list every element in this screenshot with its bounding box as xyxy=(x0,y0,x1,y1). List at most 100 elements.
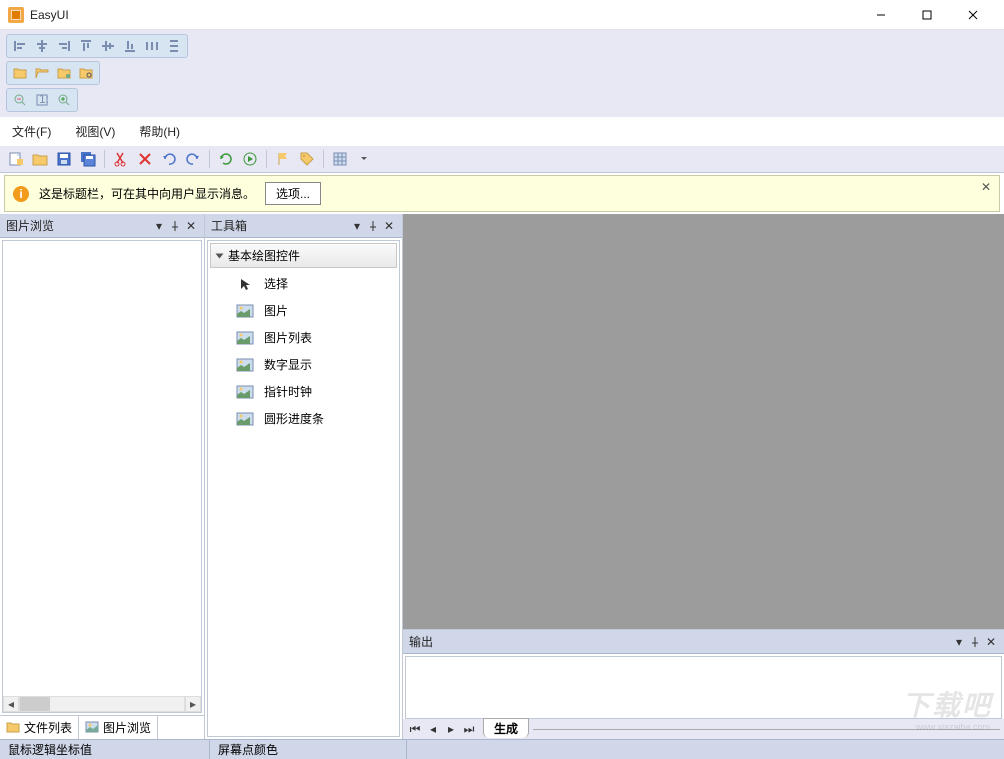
image-browse-panel: 图片浏览 ▾ ✕ ◂ ▸ 文件列表 图片浏览 xyxy=(0,214,205,739)
scroll-right-icon[interactable]: ▸ xyxy=(185,696,201,712)
open-icon[interactable] xyxy=(30,149,50,169)
grid-icon[interactable] xyxy=(330,149,350,169)
tab-first-icon[interactable]: ⏮ xyxy=(407,721,423,737)
panel-close-icon[interactable]: ✕ xyxy=(984,635,998,649)
panel-close-icon[interactable]: ✕ xyxy=(382,219,396,233)
cut-icon[interactable] xyxy=(111,149,131,169)
tab-next-icon[interactable]: ▸ xyxy=(443,721,459,737)
horizontal-scrollbar[interactable]: ◂ ▸ xyxy=(3,696,201,712)
zoom-out-icon[interactable] xyxy=(10,91,30,109)
info-icon: i xyxy=(13,186,29,202)
titlebar: EasyUI xyxy=(0,0,1004,30)
panel-dropdown-icon[interactable]: ▾ xyxy=(152,219,166,233)
progress-icon xyxy=(236,411,254,427)
toolbar-separator xyxy=(323,150,324,168)
status-screen-color: 屏幕点颜色 xyxy=(210,740,407,759)
align-toolbar xyxy=(6,34,188,58)
toolbar-separator xyxy=(104,150,105,168)
distribute-h-icon[interactable] xyxy=(142,37,162,55)
zoom-in-icon[interactable] xyxy=(54,91,74,109)
toolbox-item-label: 圆形进度条 xyxy=(264,410,324,427)
panel-pin-icon[interactable] xyxy=(168,219,182,233)
toolbox-item-label: 指针时钟 xyxy=(264,383,312,400)
canvas-area: 输出 ▾ ✕ ⏮ ◂ ▸ ⏭ 生成 xyxy=(403,214,1004,739)
toolbar-separator xyxy=(266,150,267,168)
toolbox-item-circular-progress[interactable]: 圆形进度条 xyxy=(208,405,399,432)
new-icon[interactable] xyxy=(6,149,26,169)
toolbox-title: 工具箱 xyxy=(211,217,247,234)
tab-file-list[interactable]: 文件列表 xyxy=(0,716,79,739)
align-right-icon[interactable] xyxy=(54,37,74,55)
menu-file[interactable]: 文件(F) xyxy=(8,121,55,142)
folder-search-icon[interactable] xyxy=(76,64,96,82)
number-display-icon xyxy=(236,357,254,373)
toolbar-separator xyxy=(209,150,210,168)
toolbox-item-image-list[interactable]: 图片列表 xyxy=(208,324,399,351)
save-icon[interactable] xyxy=(54,149,74,169)
statusbar: 鼠标逻辑坐标值 屏幕点颜色 xyxy=(0,739,1004,759)
refresh-icon[interactable] xyxy=(216,149,236,169)
image-browse-header: 图片浏览 ▾ ✕ xyxy=(0,214,204,238)
panel-pin-icon[interactable] xyxy=(968,635,982,649)
tab-prev-icon[interactable]: ◂ xyxy=(425,721,441,737)
align-center-h-icon[interactable] xyxy=(32,37,52,55)
undo-icon[interactable] xyxy=(159,149,179,169)
toolbox-item-image[interactable]: 图片 xyxy=(208,297,399,324)
minimize-button[interactable] xyxy=(858,0,904,30)
distribute-v-icon[interactable] xyxy=(164,37,184,55)
design-canvas[interactable] xyxy=(403,214,1004,629)
folder-open-icon[interactable] xyxy=(32,64,52,82)
image-list-icon xyxy=(236,330,254,346)
image-browse-tabs: 文件列表 图片浏览 xyxy=(0,715,204,739)
delete-icon[interactable] xyxy=(135,149,155,169)
maximize-button[interactable] xyxy=(904,0,950,30)
toolbox-group-header[interactable]: 基本绘图控件 xyxy=(210,243,397,268)
tag-icon[interactable] xyxy=(297,149,317,169)
align-middle-v-icon[interactable] xyxy=(98,37,118,55)
folder-tree-icon[interactable] xyxy=(54,64,74,82)
toolbox-item-number-display[interactable]: 数字显示 xyxy=(208,351,399,378)
toolbox-item-select[interactable]: 选择 xyxy=(208,270,399,297)
align-left-icon[interactable] xyxy=(10,37,30,55)
save-all-icon[interactable] xyxy=(78,149,98,169)
tab-image-browse[interactable]: 图片浏览 xyxy=(79,716,158,739)
toolbox-item-analog-clock[interactable]: 指针时钟 xyxy=(208,378,399,405)
close-button[interactable] xyxy=(950,0,996,30)
status-spacer xyxy=(407,740,1004,759)
panel-dropdown-icon[interactable]: ▾ xyxy=(350,219,364,233)
folder-icon[interactable] xyxy=(10,64,30,82)
notification-text: 这是标题栏，可在其中向用户显示消息。 xyxy=(39,185,255,202)
tab-last-icon[interactable]: ⏭ xyxy=(461,721,477,737)
redo-icon[interactable] xyxy=(183,149,203,169)
window-controls xyxy=(858,0,996,30)
clock-icon xyxy=(236,384,254,400)
menu-help[interactable]: 帮助(H) xyxy=(135,121,184,142)
flag-icon[interactable] xyxy=(273,149,293,169)
watermark-sub: www.xiazaiba.com xyxy=(916,722,990,732)
content-area: 图片浏览 ▾ ✕ ◂ ▸ 文件列表 图片浏览 工具箱 xyxy=(0,214,1004,739)
zoom-toolbar: 1:1 xyxy=(6,88,78,112)
align-bottom-icon[interactable] xyxy=(120,37,140,55)
main-toolbar xyxy=(0,146,1004,173)
svg-text:1:1: 1:1 xyxy=(39,93,49,106)
notification-close-icon[interactable]: ✕ xyxy=(981,180,991,194)
align-top-icon[interactable] xyxy=(76,37,96,55)
window-title: EasyUI xyxy=(30,8,858,22)
menu-view[interactable]: 视图(V) xyxy=(71,121,119,142)
panel-dropdown-icon[interactable]: ▾ xyxy=(952,635,966,649)
panel-close-icon[interactable]: ✕ xyxy=(184,219,198,233)
panel-pin-icon[interactable] xyxy=(366,219,380,233)
toolbox-item-label: 数字显示 xyxy=(264,356,312,373)
status-mouse-coord: 鼠标逻辑坐标值 xyxy=(0,740,210,759)
scroll-left-icon[interactable]: ◂ xyxy=(3,696,19,712)
play-icon[interactable] xyxy=(240,149,260,169)
zoom-fit-icon[interactable]: 1:1 xyxy=(32,91,52,109)
tab-file-list-label: 文件列表 xyxy=(24,719,72,736)
output-tab-generate[interactable]: 生成 xyxy=(483,718,529,738)
dropdown-arrow-icon[interactable] xyxy=(354,149,374,169)
toolbox-item-label: 图片列表 xyxy=(264,329,312,346)
toolbox-item-label: 选择 xyxy=(264,275,288,292)
pointer-icon xyxy=(236,276,254,292)
tab-image-browse-label: 图片浏览 xyxy=(103,719,151,736)
options-button[interactable]: 选项... xyxy=(265,182,321,205)
